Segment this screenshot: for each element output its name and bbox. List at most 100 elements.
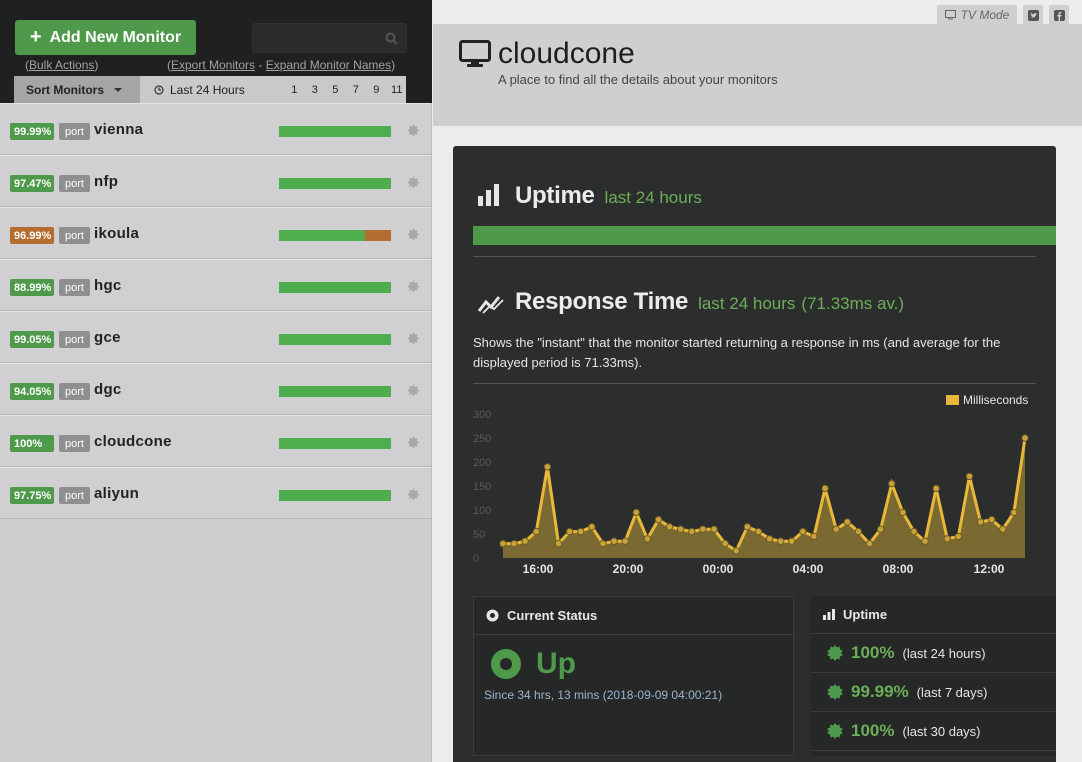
range-option[interactable]: 7 (346, 84, 367, 96)
monitor-name: aliyun (94, 485, 140, 502)
data-point (821, 484, 829, 493)
expand-monitor-names-link[interactable]: Expand Monitor Names (266, 58, 391, 72)
monitor-name: vienna (94, 121, 144, 138)
x-tick-label: 00:00 (703, 562, 734, 576)
bar-chart-icon (478, 184, 499, 206)
uptime-badge: 100% (10, 435, 54, 452)
uptime-period: (last 30 days) (902, 723, 981, 739)
gear-icon[interactable] (407, 436, 420, 449)
monitor-type-badge: port (59, 175, 90, 192)
monitor-type-badge: port (59, 279, 90, 296)
monitor-name: hgc (94, 277, 122, 294)
monitor-row[interactable]: 97.75% port aliyun (0, 467, 431, 519)
search-input[interactable] (253, 24, 378, 52)
range-label: Last 24 Hours (170, 82, 245, 97)
monitor-row[interactable]: 96.99% port ikoula (0, 207, 431, 259)
dashboard-panel: Uptime last 24 hours Response Time last … (453, 146, 1056, 762)
export-monitors-link[interactable]: Export Monitors (171, 58, 255, 72)
data-point (532, 527, 541, 536)
data-point (899, 508, 907, 517)
data-point (799, 527, 807, 536)
twitter-button[interactable] (1023, 5, 1043, 25)
response-time-period: last 24 hours (698, 294, 796, 313)
facebook-button[interactable] (1049, 5, 1069, 25)
monitor-row[interactable]: 88.99% port hgc (0, 259, 431, 311)
uptime-bar-down (365, 230, 391, 241)
data-point (987, 515, 996, 524)
data-point (965, 472, 974, 481)
x-tick-label: 20:00 (613, 562, 644, 576)
monitor-row[interactable]: 99.99% port vienna (0, 103, 431, 155)
gear-icon[interactable] (407, 228, 420, 241)
data-point (954, 532, 963, 541)
uptime-bar (279, 386, 391, 397)
data-point (510, 539, 518, 548)
gear-icon[interactable] (407, 332, 420, 345)
monitor-name: nfp (94, 173, 119, 190)
monitor-row[interactable]: 100% port cloudcone (0, 415, 431, 467)
badge-check-icon (827, 723, 843, 739)
gear-icon[interactable] (407, 176, 420, 189)
data-point (577, 527, 585, 536)
uptime-summary-title: Uptime (843, 607, 888, 622)
data-point (554, 539, 563, 548)
response-time-chart: 0 50 100 150 200 250 300 16:00 20:00 00:00 04:00 08… (473, 393, 1029, 576)
uptime-bar (279, 490, 391, 501)
bulk-paren-close: ) (94, 58, 99, 72)
response-time-heading: Response Time last 24 hours (71.33ms av.… (515, 288, 904, 316)
gear-icon[interactable] (407, 280, 420, 293)
uptime-bar (279, 438, 391, 449)
range-option[interactable]: 11 (387, 84, 408, 96)
dot-circle-icon (486, 609, 499, 622)
data-point (743, 523, 752, 531)
divider (473, 383, 1036, 384)
data-point (521, 537, 529, 545)
page-header: cloudcone A place to find all the detail… (433, 24, 1082, 126)
uptime-heading-period: last 24 hours (604, 188, 702, 207)
status-since: Since 34 hrs, 13 mins (2018-09-09 04:00:… (484, 688, 723, 702)
monitor-name: cloudcone (94, 433, 172, 450)
response-time-average: (71.33ms av.) (801, 294, 905, 313)
y-tick-label: 250 (473, 433, 491, 445)
monitor-row[interactable]: 97.47% port nfp (0, 155, 431, 207)
sort-monitors-dropdown[interactable]: Sort Monitors (14, 76, 140, 103)
range-option[interactable]: 9 (366, 84, 387, 96)
gear-icon[interactable] (407, 124, 420, 137)
uptime-bar-good (279, 126, 391, 137)
uptime-bar-good (279, 230, 366, 241)
bulk-actions-link[interactable]: Bulk Actions (29, 58, 94, 72)
uptime-bar-good (279, 282, 391, 293)
tv-mode-button[interactable]: TV Mode (937, 5, 1017, 25)
uptime-bar-good (279, 490, 391, 501)
monitor-row[interactable]: 99.05% port gce (0, 311, 431, 363)
range-option[interactable]: 3 (305, 84, 326, 96)
gear-icon[interactable] (407, 488, 420, 501)
add-new-monitor-button[interactable]: + Add New Monitor (15, 20, 196, 55)
monitor-type-badge: port (59, 435, 90, 452)
monitor-name: ikoula (94, 225, 140, 242)
range-selector[interactable]: Last 24 Hours (154, 76, 245, 103)
data-point (632, 508, 640, 517)
data-point (721, 539, 729, 548)
y-tick-label: 50 (473, 529, 485, 541)
monitor-type-badge: port (59, 487, 90, 504)
facebook-icon (1053, 9, 1065, 21)
data-point (843, 518, 851, 526)
legend-label: Milliseconds (963, 393, 1028, 407)
data-point (999, 525, 1007, 533)
range-option[interactable]: 5 (325, 84, 346, 96)
monitor-row[interactable]: 94.05% port dgc (0, 363, 431, 415)
search-icon[interactable] (385, 32, 398, 45)
uptime-badge: 97.47% (10, 175, 54, 192)
x-tick-label: 04:00 (793, 562, 824, 576)
data-point (654, 515, 663, 524)
gear-icon[interactable] (407, 384, 420, 397)
range-option[interactable]: 1 (284, 84, 305, 96)
uptime-period: (last 7 days) (916, 684, 988, 700)
uptime-heading: Uptime last 24 hours (515, 182, 702, 210)
current-status-panel: Current Status Up Since 34 hrs, 13 mins … (473, 596, 794, 756)
monitor-type-badge: port (59, 331, 90, 348)
export-separator: - (255, 58, 266, 72)
twitter-icon (1027, 9, 1039, 21)
data-point (565, 527, 574, 536)
